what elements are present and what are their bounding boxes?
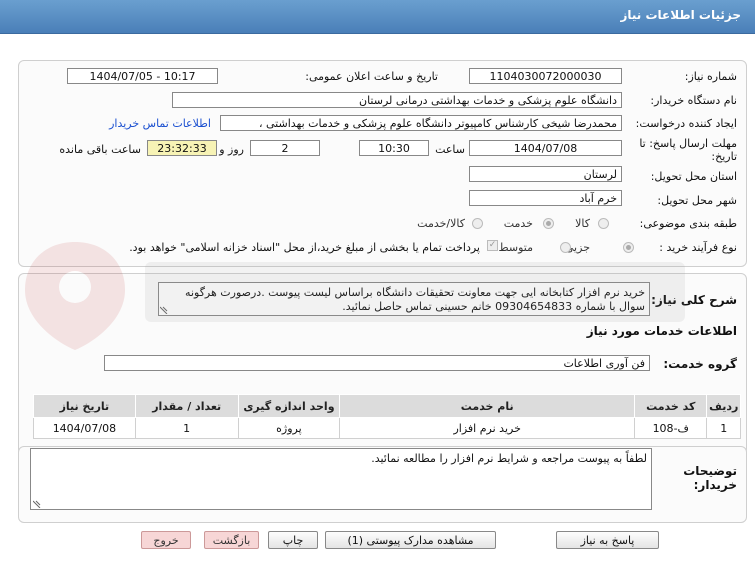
col-service-code: کد خدمت <box>634 394 708 418</box>
deadline-time-field: 10:30 <box>359 140 429 156</box>
notes-resize-handle-icon[interactable] <box>33 500 41 508</box>
need-number-label: شماره نیاز: <box>684 70 737 83</box>
treasury-payment-checkbox[interactable]: ✓ <box>487 240 498 251</box>
category-option-goods-service: کالا/خدمت <box>417 217 465 230</box>
treasury-payment-text: پرداخت تمام یا بخشی از مبلغ خرید،از محل … <box>129 241 480 254</box>
cell-unit: پروژه <box>237 417 341 439</box>
category-option-goods: کالا <box>575 217 590 230</box>
city-field: خرم آباد <box>469 190 622 206</box>
deadline-date-field: 1404/07/08 <box>469 140 622 156</box>
summary-text: خرید نرم افزار کتابخانه ایی جهت معاونت ت… <box>185 286 645 313</box>
remaining-time-label: ساعت باقی مانده <box>59 143 141 156</box>
resize-handle-icon[interactable] <box>160 306 168 314</box>
category-radio-goods[interactable] <box>598 218 609 229</box>
days-remaining-field: 2 <box>250 140 320 156</box>
process-radio-medium[interactable] <box>560 242 571 253</box>
exit-button[interactable]: خروج <box>141 531 191 549</box>
category-label: طبقه بندی موضوعی: <box>639 217 737 230</box>
service-group-label: گروه خدمت: <box>663 357 737 371</box>
buyer-notes-text: لطفاً به پیوست مراجعه و شرایط نرم افزار … <box>371 452 647 465</box>
buyer-contact-link[interactable]: اطلاعات تماس خریدار <box>109 117 211 130</box>
announce-date-label: تاریخ و ساعت اعلان عمومی: <box>305 70 438 83</box>
cell-need-date: 1404/07/08 <box>33 417 136 439</box>
view-attachments-button[interactable]: مشاهده مدارک پیوستی (1) <box>325 531 496 549</box>
table-header-row: ردیف کد خدمت نام خدمت واحد اندازه گیری ت… <box>33 394 741 418</box>
col-service-name: نام خدمت <box>339 394 636 418</box>
col-unit: واحد اندازه گیری <box>237 394 341 418</box>
summary-textarea[interactable]: خرید نرم افزار کتابخانه ایی جهت معاونت ت… <box>158 282 650 316</box>
col-row-number: ردیف <box>706 394 741 418</box>
deadline-label: مهلت ارسال پاسخ: تا تاریخ: <box>639 137 737 163</box>
cell-service-code: ف-108 <box>634 417 708 439</box>
print-button[interactable]: چاپ <box>268 531 318 549</box>
remaining-time-field: 23:32:33 <box>147 140 217 156</box>
table-row: 1 ف-108 خرید نرم افزار پروژه 1 1404/07/0… <box>33 417 741 439</box>
reply-button[interactable]: پاسخ به نیاز <box>556 531 659 549</box>
service-group-field: فن آوری اطلاعات <box>104 355 650 371</box>
col-quantity: تعداد / مقدار <box>134 394 239 418</box>
creator-label: ایجاد کننده درخواست: <box>635 117 737 130</box>
buyer-org-label: نام دستگاه خریدار: <box>650 94 737 107</box>
city-label: شهر محل تحویل: <box>657 194 737 207</box>
category-radio-service[interactable] <box>543 218 554 229</box>
buyer-notes-label: توضیحات خریدار: <box>683 464 737 492</box>
cell-row-number: 1 <box>706 417 741 439</box>
creator-field: محمدرضا شیخی کارشناس کامپیوتر دانشگاه عل… <box>220 115 622 131</box>
province-field: لرستان <box>469 166 622 182</box>
cell-quantity: 1 <box>134 417 239 439</box>
col-need-date: تاریخ نیاز <box>33 394 136 418</box>
province-label: استان محل تحویل: <box>650 170 737 183</box>
days-label: روز و <box>219 143 244 156</box>
process-radio-minor[interactable] <box>623 242 634 253</box>
cell-service-name: خرید نرم افزار <box>339 417 636 439</box>
process-type-label: نوع فرآیند خرید : <box>659 241 737 254</box>
process-option-medium: متوسط <box>498 241 533 254</box>
page-title: جزئیات اطلاعات نیاز <box>620 8 741 22</box>
category-option-service: خدمت <box>503 217 533 230</box>
services-heading: اطلاعات خدمات مورد نیاز <box>586 324 737 338</box>
summary-label: شرح کلی نیاز: <box>651 293 737 307</box>
buyer-org-field: دانشگاه علوم پزشکی و خدمات بهداشتی درمان… <box>172 92 622 108</box>
category-radio-goods-service[interactable] <box>472 218 483 229</box>
buyer-notes-textarea[interactable]: لطفاً به پیوست مراجعه و شرایط نرم افزار … <box>30 448 652 510</box>
announce-date-field: 1404/07/05 - 10:17 <box>67 68 218 84</box>
services-table: ردیف کد خدمت نام خدمت واحد اندازه گیری ت… <box>33 394 741 439</box>
need-number-field: 1104030072000030 <box>469 68 622 84</box>
back-button[interactable]: بازگشت <box>204 531 259 549</box>
deadline-time-label: ساعت <box>435 143 465 156</box>
